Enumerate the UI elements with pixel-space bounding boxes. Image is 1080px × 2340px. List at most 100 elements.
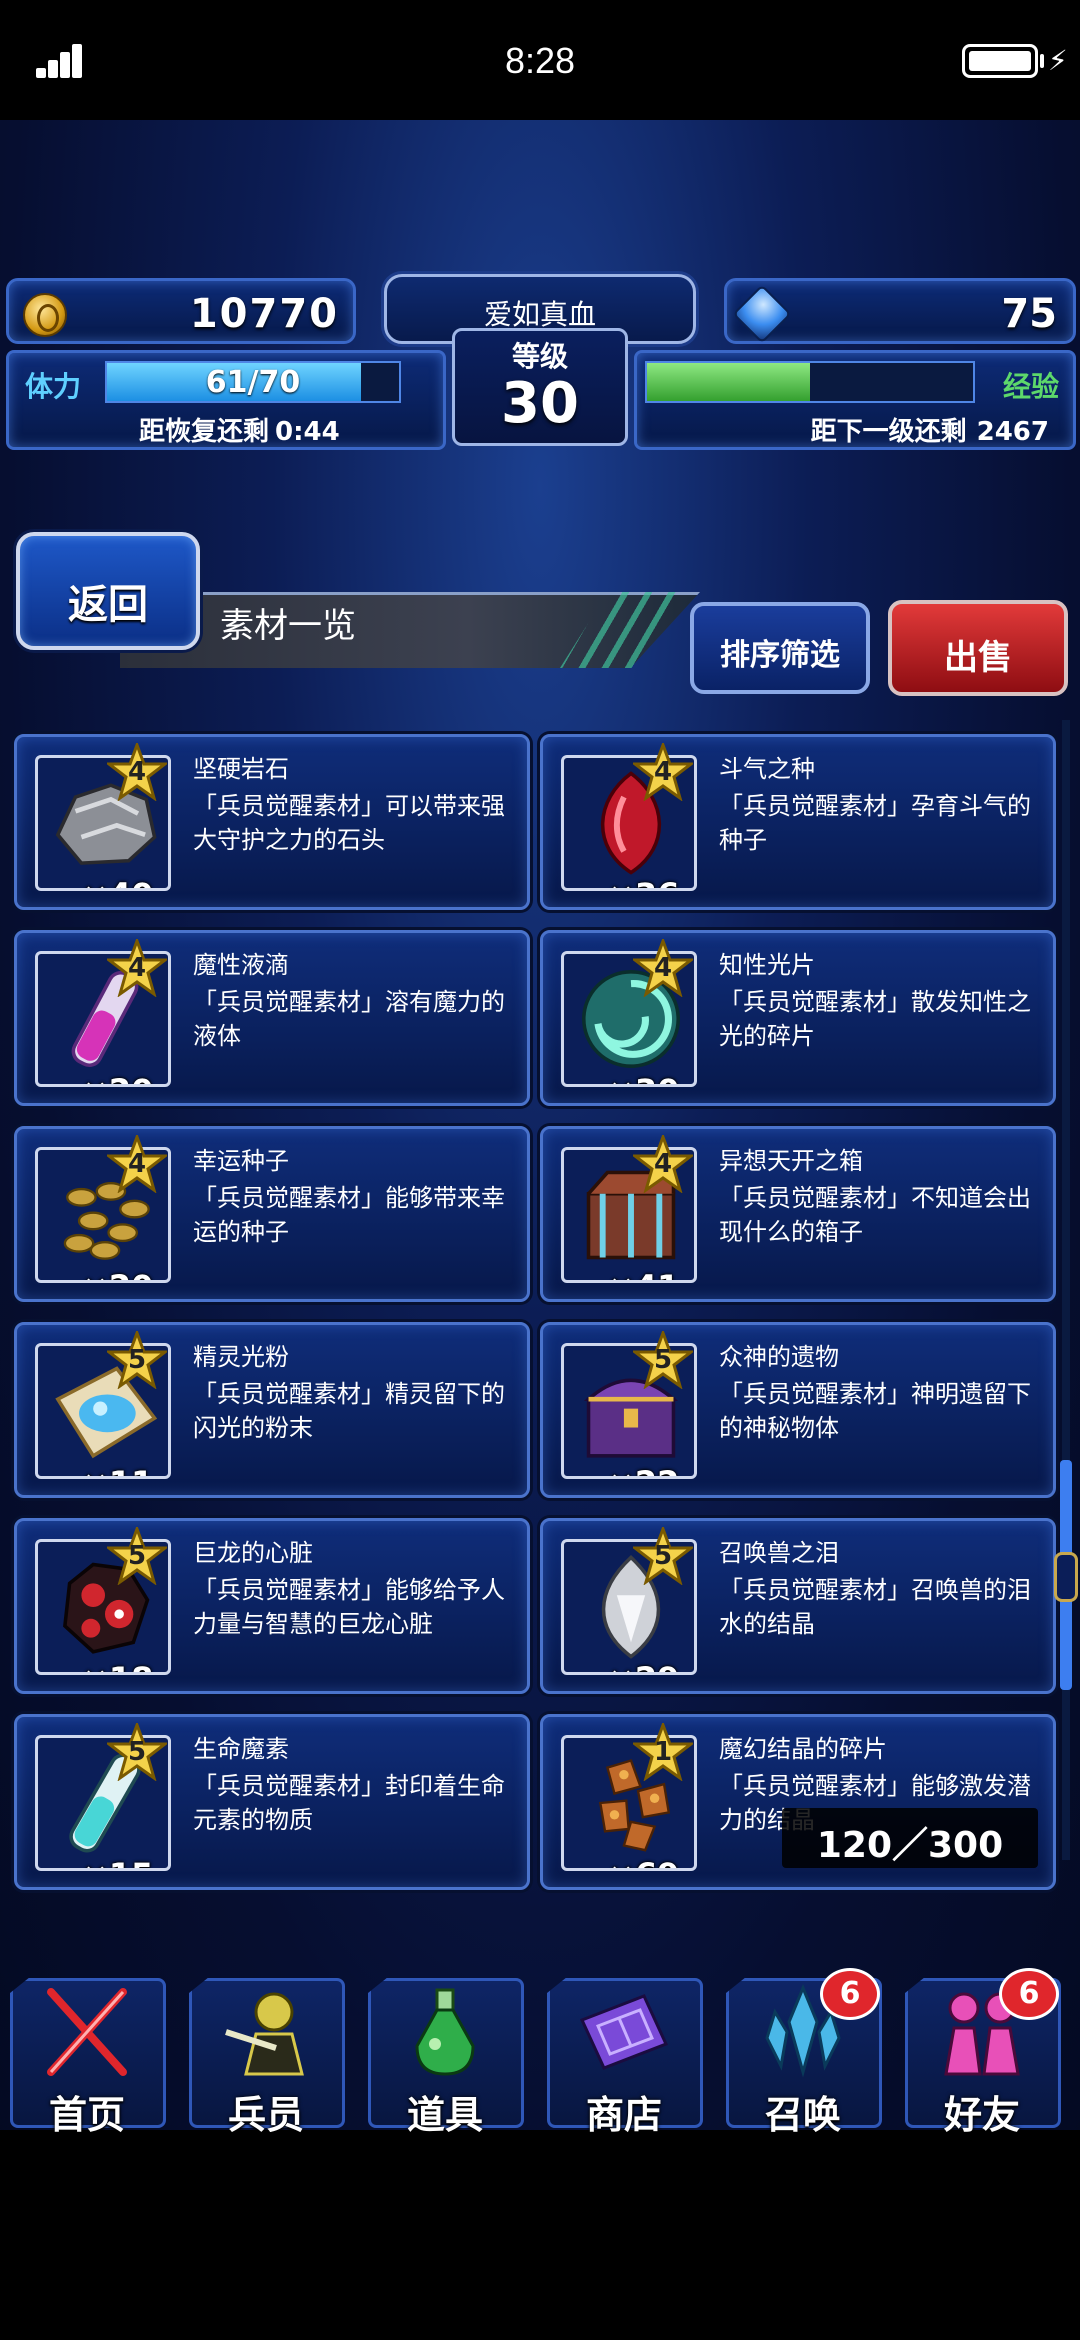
material-name: 魔性液滴	[193, 951, 289, 979]
gil-value: 10770	[189, 291, 339, 337]
material-quantity: ×29	[608, 1660, 679, 1672]
rarity-star-icon: 5	[104, 1524, 170, 1586]
material-name: 魔幻结晶的碎片	[719, 1735, 887, 1763]
gem-panel[interactable]: 75	[724, 278, 1076, 344]
notification-badge: 6	[999, 1968, 1059, 2020]
material-quantity: ×69	[608, 1856, 679, 1868]
material-quantity: ×11	[82, 1464, 153, 1476]
next-level-info: 距下一级还剩 2467	[811, 411, 1049, 448]
material-quantity: ×22	[608, 1464, 679, 1476]
sell-button[interactable]: 出售	[888, 600, 1068, 696]
sell-button-label: 出售	[944, 638, 1012, 678]
shop-icon	[574, 1982, 674, 2082]
item-count-box: 120／300	[782, 1808, 1038, 1868]
rarity-star-icon: 5	[104, 1720, 170, 1782]
stamina-label: 体力	[25, 370, 82, 403]
rarity-value: 5	[653, 1541, 673, 1571]
status-bar: 8:28 ⚡	[0, 0, 1080, 120]
nav-tab[interactable]: 首页	[2, 1970, 172, 2137]
material-quantity: ×18	[82, 1660, 153, 1672]
nav-tab[interactable]: 商店	[539, 1970, 709, 2137]
material-description: 「兵员觉醒素材」能够给予人力量与智慧的巨龙心脏	[193, 1576, 505, 1638]
exp-label: 经验	[1002, 370, 1059, 403]
nav-tab-label: 商店	[585, 2093, 662, 2137]
notification-badge: 6	[820, 1968, 880, 2020]
rarity-star-icon: 4	[104, 740, 170, 802]
rarity-value: 5	[653, 1345, 673, 1375]
level-label: 等级	[511, 340, 568, 373]
material-quantity: ×20	[82, 1072, 153, 1084]
battery-icon	[962, 44, 1038, 78]
charging-icon: ⚡	[1048, 44, 1068, 77]
material-card[interactable]: ×11 5 精灵光粉「兵员觉醒素材」精灵留下的闪光的粉末	[14, 1322, 530, 1498]
material-name: 斗气之种	[719, 755, 815, 783]
battery-nub	[1040, 54, 1044, 68]
material-card[interactable]: ×22 5 众神的遗物「兵员觉醒素材」神明遗留下的神秘物体	[540, 1322, 1056, 1498]
rarity-value: 5	[127, 1737, 147, 1767]
back-button-label: 返回	[68, 582, 148, 628]
material-description: 「兵员觉醒素材」孕育斗气的种子	[719, 792, 1031, 854]
recover-time: 0:44	[275, 417, 340, 447]
page-title: 素材一览	[220, 606, 356, 646]
stamina-bar: 61/70	[105, 361, 401, 403]
material-description: 「兵员觉醒素材」不知道会出现什么的箱子	[719, 1184, 1031, 1246]
material-quantity: ×20	[82, 1268, 153, 1280]
material-name: 精灵光粉	[193, 1343, 289, 1371]
material-card[interactable]: ×30 4 知性光片「兵员觉醒素材」散发知性之光的碎片	[540, 930, 1056, 1106]
rarity-value: 4	[653, 757, 673, 787]
material-card[interactable]: ×20 4 幸运种子「兵员觉醒素材」能够带来幸运的种子	[14, 1126, 530, 1302]
nav-tab-label: 道具	[406, 2093, 483, 2137]
rarity-star-icon: 4	[630, 1132, 696, 1194]
gem-value: 75	[1001, 291, 1057, 337]
material-name: 召唤兽之泪	[719, 1539, 839, 1567]
nav-tab[interactable]: 兵员	[181, 1970, 351, 2137]
rarity-value: 5	[127, 1345, 147, 1375]
material-name: 知性光片	[719, 951, 815, 979]
material-card[interactable]: ×36 4 斗气之种「兵员觉醒素材」孕育斗气的种子	[540, 734, 1056, 910]
nav-tab-label: 召唤	[764, 2093, 841, 2137]
rarity-value: 4	[653, 1149, 673, 1179]
material-quantity: ×15	[82, 1856, 153, 1868]
status-time: 8:28	[504, 40, 576, 81]
material-name: 幸运种子	[193, 1147, 289, 1175]
material-description: 「兵员觉醒素材」散发知性之光的碎片	[719, 988, 1031, 1050]
material-description: 「兵员觉醒素材」能够带来幸运的种子	[193, 1184, 505, 1246]
exp-fill	[647, 363, 810, 401]
player-name: 爱如真血	[483, 298, 596, 331]
rarity-value: 5	[127, 1541, 147, 1571]
material-name: 异想天开之箱	[719, 1147, 863, 1175]
rarity-value: 1	[653, 1737, 673, 1767]
material-card[interactable]: ×29 5 召唤兽之泪「兵员觉醒素材」召唤兽的泪水的结晶	[540, 1518, 1056, 1694]
material-description: 「兵员觉醒素材」召唤兽的泪水的结晶	[719, 1576, 1031, 1638]
back-button[interactable]: 返回	[16, 532, 200, 650]
rarity-value: 4	[127, 953, 147, 983]
level-number: 30	[501, 371, 579, 436]
potion-icon	[395, 1982, 495, 2082]
nav-tab-label: 好友	[943, 2093, 1020, 2137]
material-card[interactable]: ×18 5 巨龙的心脏「兵员觉醒素材」能够给予人力量与智慧的巨龙心脏	[14, 1518, 530, 1694]
recover-label: 距恢复还剩	[139, 417, 270, 447]
material-card[interactable]: ×41 4 异想天开之箱「兵员觉醒素材」不知道会出现什么的箱子	[540, 1126, 1056, 1302]
gil-panel[interactable]: 10770	[6, 278, 356, 344]
scrollbar-handle[interactable]	[1054, 1552, 1078, 1602]
recover-timer: 距恢复还剩 0:44	[139, 411, 340, 448]
material-quantity: ×30	[608, 1072, 679, 1084]
nav-tab[interactable]: 召唤 6	[718, 1968, 888, 2137]
item-count: 120／300	[816, 1825, 1004, 1866]
rarity-star-icon: 5	[630, 1524, 696, 1586]
material-card[interactable]: ×40 4 坚硬岩石「兵员觉醒素材」可以带来强大守护之力的石头	[14, 734, 530, 910]
rarity-star-icon: 4	[104, 1132, 170, 1194]
bottom-area	[0, 2130, 1080, 2340]
material-card[interactable]: ×20 4 魔性液滴「兵员觉醒素材」溶有魔力的液体	[14, 930, 530, 1106]
material-card[interactable]: ×15 5 生命魔素「兵员觉醒素材」封印着生命元素的物质	[14, 1714, 530, 1890]
sort-filter-label: 排序筛选	[720, 638, 840, 673]
sort-filter-button[interactable]: 排序筛选	[690, 602, 870, 694]
rarity-star-icon: 1	[630, 1720, 696, 1782]
nav-tab[interactable]: 好友 6	[897, 1968, 1067, 2137]
nav-tab-label: 兵员	[227, 2093, 304, 2137]
material-name: 巨龙的心脏	[193, 1539, 313, 1567]
material-name: 众神的遗物	[719, 1343, 839, 1371]
material-description: 「兵员觉醒素材」神明遗留下的神秘物体	[719, 1380, 1031, 1442]
exp-bar	[645, 361, 975, 403]
nav-tab[interactable]: 道具	[360, 1970, 530, 2137]
